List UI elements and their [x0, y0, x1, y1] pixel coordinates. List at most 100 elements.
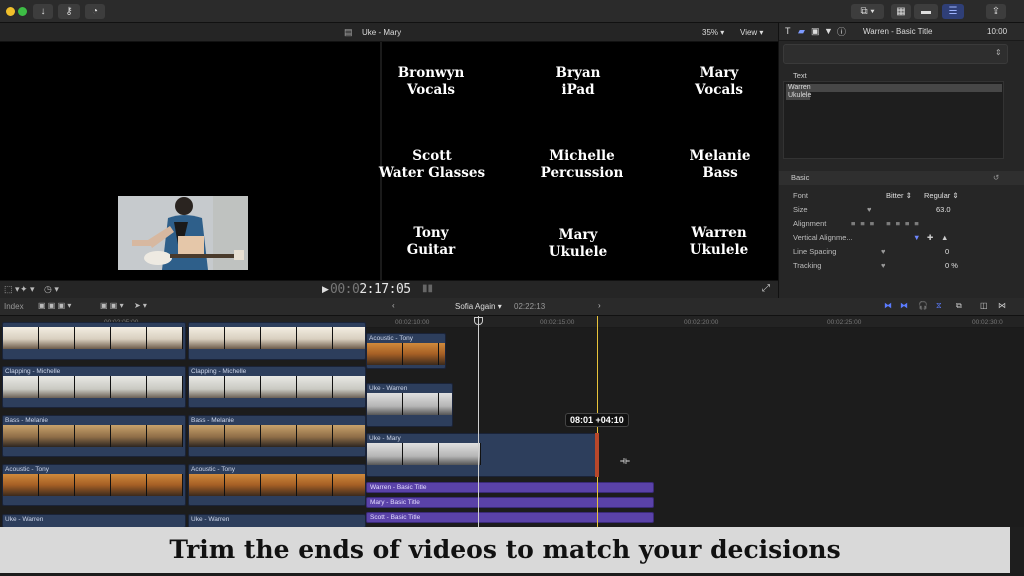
zoom-menu[interactable]: 35% ▾	[702, 28, 724, 37]
viewer-header: ▤ Uke - Mary 35% ▾ View ▾	[0, 23, 778, 42]
timecode-leading: 00:0	[330, 282, 360, 297]
video-clip-uke-mary[interactable]: Uke - Mary	[366, 433, 598, 477]
person-role: Vocals	[407, 82, 455, 98]
video-clip-clapping-michelle[interactable]: Clapping - Michelle	[188, 366, 366, 408]
text-line: Ukulele	[786, 92, 812, 100]
trim-edge-handle[interactable]	[595, 433, 599, 477]
key-icon: ⚷	[65, 6, 73, 17]
video-clip-uke-warren[interactable]: Uke - Warren	[366, 383, 453, 427]
video-clip-acoustic-tony[interactable]: Acoustic - Tony	[2, 464, 186, 506]
video-clip-bass-melanie[interactable]: Bass - Melanie	[188, 415, 366, 457]
minimize-window-button[interactable]	[6, 7, 15, 16]
timecode-display[interactable]: 00:02:17:05	[330, 282, 411, 297]
play-icon: ▶	[322, 284, 329, 294]
person-name: Melanie	[689, 148, 751, 164]
import-button[interactable]: ↓	[33, 4, 53, 19]
reset-icon[interactable]: ↺	[993, 171, 999, 185]
person-role: Ukulele	[548, 244, 608, 260]
clip-name: Bass - Melanie	[191, 417, 234, 424]
append-edit-icon[interactable]: ▣ ▣ ▾	[100, 301, 124, 310]
title-inspector-icon[interactable]: T	[785, 26, 791, 36]
inspector-toggle[interactable]: ☰	[942, 4, 964, 19]
person-role: Water Glasses	[378, 165, 486, 181]
title-clip-warren[interactable]: Warren - Basic Title	[366, 482, 654, 493]
video-clip-bass-melanie[interactable]: Bass - Melanie	[2, 415, 186, 457]
timeline-icon: ▬	[921, 6, 931, 17]
effects-browser-icon[interactable]: ◫	[980, 301, 988, 310]
video-clip[interactable]	[2, 322, 186, 360]
person-name: Tony	[413, 225, 449, 241]
size-value[interactable]: 63.0	[936, 203, 951, 217]
playhead-handle[interactable]	[474, 317, 483, 325]
vertical-align-middle-icon[interactable]: ✚	[927, 231, 933, 245]
alignment-buttons[interactable]: ≡≡≡ ≡≡≡≡	[851, 217, 924, 231]
font-family-popup[interactable]: Bitter ⇕	[886, 189, 912, 203]
back-arrow-icon[interactable]: ‹	[392, 301, 395, 310]
title-clip-scott[interactable]: Scott - Basic Title	[366, 512, 654, 523]
browser-toggle[interactable]: ▦	[891, 4, 911, 19]
view-menu[interactable]: View ▾	[740, 28, 763, 37]
tutorial-caption: Trim the ends of videos to match your de…	[0, 527, 1010, 573]
timecode-value: 2:17:05	[359, 282, 411, 297]
headphones-icon[interactable]: 🎧	[918, 301, 928, 310]
transform-tool-icon[interactable]: ⬚ ▾	[4, 284, 20, 295]
keywords-button[interactable]: ⚷	[58, 4, 80, 19]
transitions-browser-icon[interactable]: ⋈	[998, 301, 1006, 310]
forward-arrow-icon[interactable]: ›	[598, 301, 601, 310]
enhance-tool-icon[interactable]: ✦ ▾	[20, 284, 35, 295]
size-slider[interactable]: ♥	[867, 203, 871, 217]
person-role: Guitar	[406, 242, 456, 258]
vertical-align-bottom-icon[interactable]: ▲	[941, 231, 948, 245]
project-menu[interactable]: Sofia Again ▾	[455, 302, 502, 311]
person-name: Scott	[412, 148, 452, 164]
title-clip-mary[interactable]: Mary - Basic Title	[366, 497, 654, 508]
zoom-window-button[interactable]	[18, 7, 27, 16]
font-style-popup[interactable]: Regular ⇕	[924, 189, 959, 203]
video-clip-uke-warren[interactable]: Uke - Warren	[188, 514, 366, 528]
text-inspector-icon[interactable]: ▰	[798, 26, 805, 37]
timeline-toggle[interactable]: ▬	[914, 4, 938, 19]
snapping-icon[interactable]: ⧖	[936, 301, 942, 311]
tracking-slider[interactable]: ♥	[881, 259, 885, 273]
video-clip-clapping-michelle[interactable]: Clapping - Michelle	[2, 366, 186, 408]
audio-skimming-icon[interactable]: ⧓	[900, 301, 908, 310]
tracking-value[interactable]: 0 %	[945, 259, 958, 273]
skimmer-line	[597, 316, 598, 548]
font-row: Font Bitter ⇕ Regular ⇕	[779, 189, 1024, 203]
vertical-align-top-icon[interactable]: ▼	[913, 231, 920, 245]
tracking-row: Tracking ♥ 0 %	[779, 259, 1024, 273]
skimming-icon[interactable]: ⧓	[884, 301, 892, 310]
layout-button[interactable]: ⧉ ▾	[851, 4, 884, 19]
background-tasks-button[interactable]: ◔	[85, 4, 105, 19]
line-spacing-label: Line Spacing	[793, 247, 837, 256]
line-spacing-value[interactable]: 0	[945, 245, 949, 259]
name-label: Michelle Percussion	[522, 148, 642, 182]
video-clip-acoustic-tony[interactable]: Acoustic - Tony	[188, 464, 366, 506]
share-icon: ⇪	[991, 6, 1001, 17]
fullscreen-icon[interactable]: ⤢	[762, 283, 770, 294]
video-inspector-icon[interactable]: ▣	[811, 26, 820, 37]
video-clip-acoustic-tony[interactable]: Acoustic - Tony	[366, 333, 446, 369]
connect-edit-icon[interactable]: ▣ ▣ ▣ ▾	[38, 301, 71, 310]
select-tool-icon[interactable]: ➤ ▾	[134, 301, 147, 310]
clip-appearance-icon[interactable]: ⧉	[956, 301, 962, 311]
info-inspector-icon[interactable]: ⓘ	[837, 25, 846, 38]
preset-popup[interactable]: ⇕	[783, 44, 1008, 64]
filter-inspector-icon[interactable]: ▼	[824, 26, 833, 36]
playhead[interactable]	[478, 316, 479, 548]
video-clip[interactable]	[188, 322, 366, 360]
share-button[interactable]: ⇪	[986, 4, 1006, 19]
speed-tool-icon[interactable]: ◷ ▾	[44, 284, 59, 295]
basic-section-header[interactable]: Basic ↺	[779, 171, 1024, 185]
film-icon: ▤	[344, 27, 353, 37]
name-label: Bronwyn Vocals	[371, 65, 491, 99]
index-button[interactable]: Index	[4, 302, 24, 311]
clip-name: Uke - Warren	[369, 385, 408, 392]
size-label: Size	[793, 205, 808, 214]
inspector-icon: ☰	[948, 6, 958, 17]
line-spacing-slider[interactable]: ♥	[881, 245, 885, 259]
text-field[interactable]: Warren Ukulele	[783, 81, 1004, 159]
play-button[interactable]: ▶	[322, 284, 329, 295]
video-clip-uke-warren[interactable]: Uke - Warren	[2, 514, 186, 528]
video-frame-guitarist	[118, 196, 248, 270]
